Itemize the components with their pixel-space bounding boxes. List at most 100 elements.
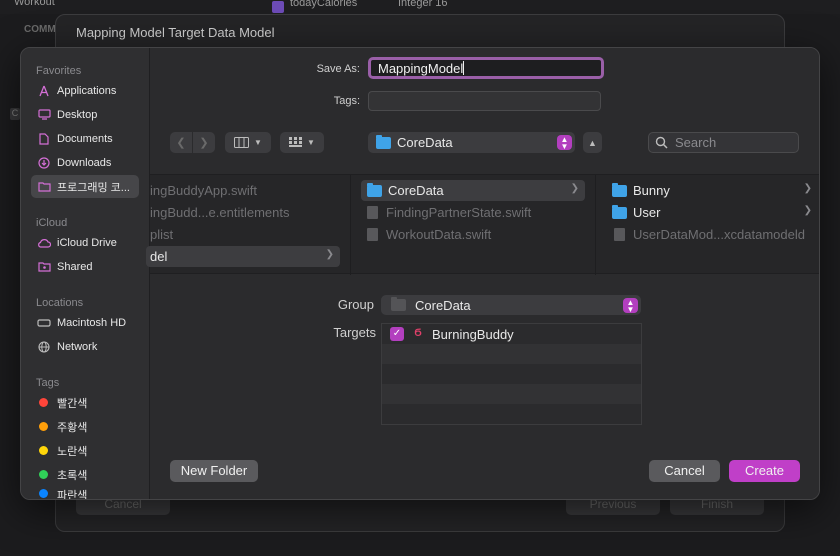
view-mode-button[interactable]: ▼ <box>225 132 271 153</box>
new-folder-button[interactable]: New Folder <box>170 460 258 482</box>
desktop-icon <box>37 108 51 122</box>
swift-file-icon <box>367 228 378 241</box>
list-item[interactable]: plist <box>150 224 345 245</box>
list-item-selected[interactable]: del ❯ <box>146 246 340 267</box>
sidebar-tag-orange[interactable]: 주황색 <box>31 415 139 438</box>
grid-icon <box>289 137 303 147</box>
data-model-file-icon <box>614 228 625 241</box>
chevron-left-icon: ❮ <box>176 137 186 149</box>
target-row-empty <box>382 384 641 404</box>
tags-input[interactable] <box>368 91 601 111</box>
cancel-button[interactable]: Cancel <box>649 460 720 482</box>
chevron-right-icon: ❯ <box>570 183 579 194</box>
sidebar-item-programming-folder[interactable]: 프로그래밍 코... <box>31 175 139 198</box>
sidebar-tag-yellow[interactable]: 노란색 <box>31 439 139 462</box>
save-as-label: Save As: <box>316 63 360 75</box>
search-icon <box>655 136 668 149</box>
folder-icon <box>367 182 382 197</box>
blue-tag-dot <box>39 489 48 498</box>
chevron-right-icon: ❯ <box>325 249 334 260</box>
target-row-empty <box>382 364 641 384</box>
sidebar-tag-green[interactable]: 초록색 <box>31 463 139 486</box>
sidebar-tag-blue[interactable]: 파란색 <box>31 487 139 499</box>
sidebar-item-applications[interactable]: Applications <box>31 79 139 102</box>
background-attribute-icon <box>272 1 284 13</box>
green-tag-dot <box>39 470 48 479</box>
sidebar-item-shared[interactable]: Shared <box>31 255 139 278</box>
orange-tag-dot <box>39 422 48 431</box>
save-panel: Favorites Applications Desktop Documents… <box>20 47 820 500</box>
background-workout-label: Workout <box>14 0 55 8</box>
group-popup[interactable]: CoreData ▲ ▼ <box>381 295 641 315</box>
group-label: Group <box>337 297 374 312</box>
list-item[interactable]: User ❯ <box>612 202 819 223</box>
cloud-icon <box>37 236 51 250</box>
target-row-empty <box>382 404 641 424</box>
background-section-label: COMM <box>24 24 56 35</box>
text-caret <box>463 61 465 75</box>
folder-icon <box>612 204 627 219</box>
chevron-down-icon: ▼ <box>307 138 315 147</box>
folder-icon <box>612 182 627 197</box>
sidebar-item-documents[interactable]: Documents <box>31 127 139 150</box>
chevron-right-icon: ❯ <box>803 183 812 194</box>
sidebar-tag-red[interactable]: 빨간색 <box>31 391 139 414</box>
column-browser: ingBuddyApp.swift ingBudd...e.entitlemen… <box>146 174 819 275</box>
checkbox-checked-icon[interactable]: ✓ <box>390 327 404 341</box>
target-row[interactable]: ✓ Ϭ BurningBuddy <box>382 324 641 344</box>
list-item[interactable]: ingBuddyApp.swift <box>150 180 345 201</box>
list-item-selected[interactable]: CoreData ❯ <box>361 180 585 201</box>
yellow-tag-dot <box>39 446 48 455</box>
icloud-header: iCloud <box>36 217 68 229</box>
sidebar-item-desktop[interactable]: Desktop <box>31 103 139 126</box>
tags-label: Tags: <box>333 95 360 107</box>
downloads-icon <box>37 156 51 170</box>
folder-icon <box>391 297 406 311</box>
save-as-input[interactable]: MappingModel <box>368 57 604 79</box>
expand-collapse-button[interactable]: ▲ <box>583 132 602 153</box>
column-divider <box>595 175 596 275</box>
list-item[interactable]: Bunny ❯ <box>612 180 819 201</box>
main-area: Save As: MappingModel Tags: ❮ ❯ ▼ ▼ Core… <box>146 48 819 499</box>
swift-file-icon <box>367 206 378 219</box>
chevron-right-icon: ❯ <box>199 137 209 149</box>
list-item[interactable]: FindingPartnerState.swift <box>365 202 590 223</box>
sidebar-item-icloud-drive[interactable]: iCloud Drive <box>31 231 139 254</box>
folder-icon <box>37 180 51 194</box>
tags-header: Tags <box>36 377 60 389</box>
background-c-icon: C <box>10 108 20 120</box>
background-attribute-type: Integer 16 <box>398 0 448 9</box>
shared-folder-icon <box>37 260 51 274</box>
sidebar-item-macintosh-hd[interactable]: Macintosh HD <box>31 311 139 334</box>
folder-icon <box>376 134 391 149</box>
globe-icon <box>37 340 51 354</box>
search-field[interactable]: Search <box>648 132 799 153</box>
app-target-icon: Ϭ <box>414 328 422 339</box>
location-popup[interactable]: CoreData ▲ ▼ <box>368 132 575 153</box>
popup-arrows-icon: ▲ ▼ <box>623 298 638 314</box>
popup-arrows-icon: ▲ ▼ <box>557 135 572 151</box>
sidebar-item-downloads[interactable]: Downloads <box>31 151 139 174</box>
chevron-right-icon: ❯ <box>803 205 812 216</box>
list-item[interactable]: UserDataMod...xcdatamodeld <box>612 224 819 245</box>
targets-label: Targets <box>333 325 376 340</box>
group-by-button[interactable]: ▼ <box>280 132 324 153</box>
list-item[interactable]: ingBudd...e.entitlements <box>150 202 345 223</box>
create-button[interactable]: Create <box>729 460 800 482</box>
list-item[interactable]: WorkoutData.swift <box>365 224 590 245</box>
sheet-title: Mapping Model Target Data Model <box>76 25 275 40</box>
column-divider <box>350 175 351 275</box>
forward-button[interactable]: ❯ <box>193 132 215 153</box>
targets-list: ✓ Ϭ BurningBuddy <box>381 323 642 425</box>
red-tag-dot <box>39 398 48 407</box>
back-button[interactable]: ❮ <box>170 132 192 153</box>
favorites-header: Favorites <box>36 65 82 77</box>
locations-header: Locations <box>36 297 84 309</box>
disk-icon <box>37 316 51 330</box>
applications-icon <box>37 84 51 98</box>
chevron-down-icon: ▼ <box>254 138 262 147</box>
sidebar-item-network[interactable]: Network <box>31 335 139 358</box>
columns-view-icon <box>234 137 250 148</box>
background-attribute-name: todayCalories <box>290 0 358 9</box>
document-icon <box>37 132 51 146</box>
